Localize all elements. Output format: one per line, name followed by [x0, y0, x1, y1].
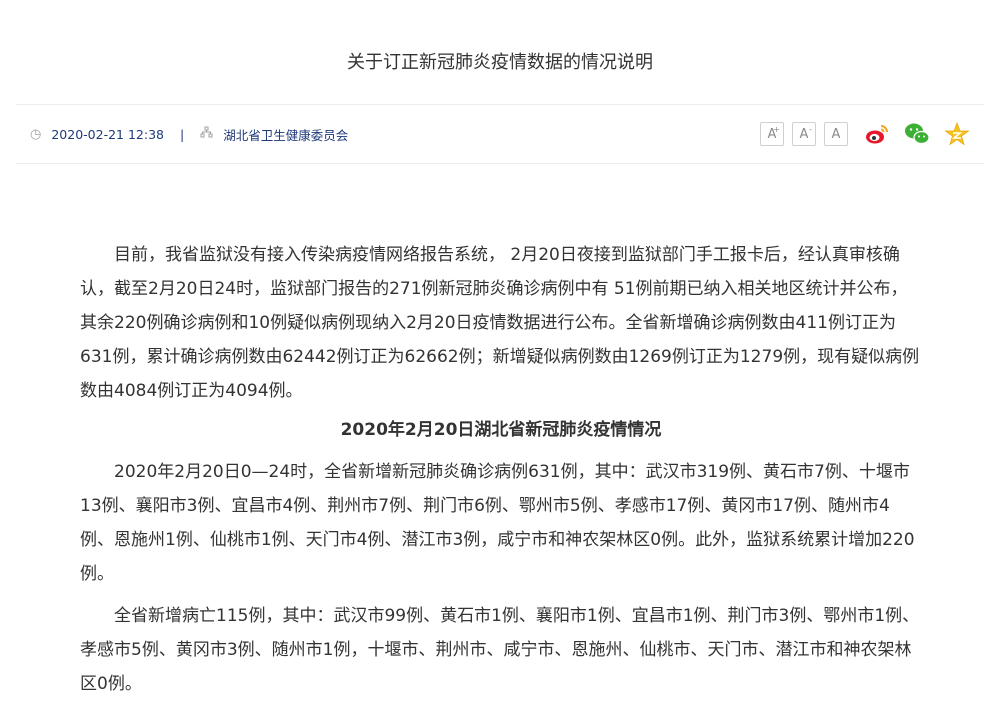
qzone-star-icon[interactable]	[944, 121, 970, 147]
font-reset-button[interactable]: A	[824, 122, 848, 146]
wechat-icon[interactable]	[904, 121, 930, 147]
article-body: 目前，我省监狱没有接入传染病疫情网络报告系统， 2月20日夜接到监狱部门手工报卡…	[80, 238, 922, 701]
source-link[interactable]: 湖北省卫生健康委员会	[223, 125, 348, 144]
org-icon	[200, 126, 213, 143]
meta-tools: A + A- A	[752, 121, 970, 147]
section-heading: 2020年2月20日湖北省新冠肺炎疫情情况	[340, 420, 662, 440]
share-buttons	[864, 121, 970, 147]
font-decrease-button[interactable]: A-	[792, 122, 816, 146]
clock-icon: ◷	[30, 126, 42, 142]
meta-separator: |	[179, 126, 185, 142]
meta-info: ◷ 2020-02-21 12:38 | 湖北省卫生健康委员会	[30, 125, 348, 144]
paragraph-new-cases: 2020年2月20日0—24时，全省新增新冠肺炎确诊病例631例，其中：武汉市3…	[80, 462, 915, 584]
publish-datetime: 2020-02-21 12:38	[51, 126, 164, 142]
paragraph-deaths: 全省新增病亡115例，其中：武汉市99例、黄石市1例、襄阳市1例、宜昌市1例、荆…	[80, 606, 920, 694]
font-reset-label: A	[831, 126, 841, 142]
font-decrease-label: A	[799, 126, 809, 142]
weibo-icon[interactable]	[864, 121, 890, 147]
font-increase-button[interactable]: A +	[760, 122, 784, 146]
paragraph-correction: 目前，我省监狱没有接入传染病疫情网络报告系统， 2月20日夜接到监狱部门手工报卡…	[80, 245, 920, 401]
article-meta-bar: ◷ 2020-02-21 12:38 | 湖北省卫生健康委员会 A + A- A	[16, 104, 984, 164]
page-title: 关于订正新冠肺炎疫情数据的情况说明	[347, 52, 653, 73]
